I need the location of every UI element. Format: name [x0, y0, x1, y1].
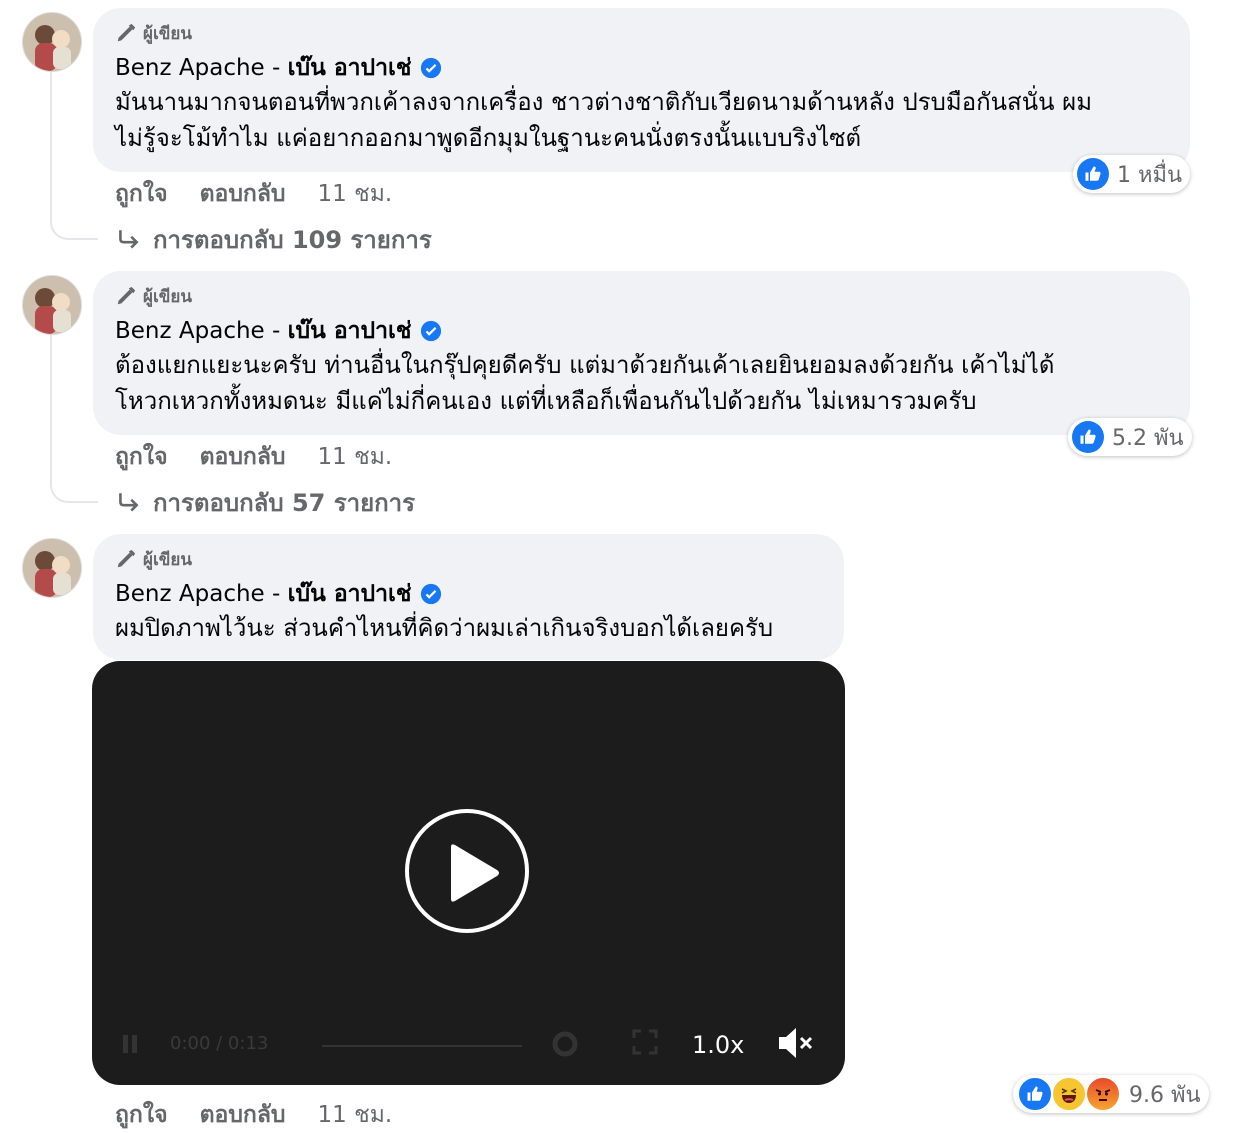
playback-speed-button[interactable]: 1.0x — [692, 1031, 744, 1059]
author-badge: ผู้เขียน — [115, 546, 822, 572]
view-replies-link[interactable]: การตอบกลับ 57 รายการ — [115, 483, 415, 522]
author-name-en[interactable]: Benz Apache - — [115, 55, 288, 81]
comment-text: ผมปิดภาพไว้นะ ส่วนคำไหนที่คิดว่าผมเล่าเก… — [115, 610, 822, 646]
reaction-summary[interactable]: 1 หมื่น — [1073, 155, 1191, 193]
reply-button[interactable]: ตอบกลับ — [200, 439, 286, 475]
comment-text: ต้องแยกแยะนะครับ ท่านอื่นในกรุ๊ปคุยดีครั… — [115, 347, 1168, 419]
play-icon — [451, 844, 499, 902]
view-replies-label[interactable]: การตอบกลับ 109 รายการ — [153, 220, 432, 259]
pause-icon[interactable] — [120, 1033, 140, 1055]
view-replies-link[interactable]: การตอบกลับ 109 รายการ — [115, 220, 432, 259]
comment-timestamp[interactable]: 11 ชม. — [318, 176, 393, 212]
like-button[interactable]: ถูกใจ — [115, 1097, 168, 1133]
reaction-summary[interactable]: 9.6 พัน — [1013, 1075, 1209, 1113]
avatar[interactable] — [22, 538, 82, 598]
reaction-count: 1 หมื่น — [1117, 162, 1183, 188]
like-reaction-icon — [1077, 158, 1109, 190]
reaction-count: 5.2 พัน — [1112, 425, 1184, 451]
author-name-th[interactable]: เบ๊น อาปาเช่ — [288, 55, 412, 81]
verified-badge-icon — [420, 583, 441, 605]
fullscreen-icon[interactable] — [632, 1029, 658, 1055]
video-time-display: 0:00 / 0:13 — [170, 1033, 269, 1054]
pencil-icon — [117, 549, 136, 568]
comment-bubble: ผู้เขียน Benz Apache - เบ๊น อาปาเช่ มันน… — [93, 8, 1190, 172]
author-name-en[interactable]: Benz Apache - — [115, 318, 288, 344]
comment-text-line: โหวกเหวกทั้งหมดนะ มีแค่ไม่กี่คนเอง แต่ที… — [115, 387, 977, 415]
comment-text-line: ต้องแยกแยะนะครับ ท่านอื่นในกรุ๊ปคุยดีครั… — [115, 351, 1055, 379]
thread-curve — [50, 218, 98, 240]
view-replies-label[interactable]: การตอบกลับ 57 รายการ — [153, 483, 415, 522]
comment-timestamp[interactable]: 11 ชม. — [318, 439, 393, 475]
author-badge-label: ผู้เขียน — [143, 286, 192, 307]
comment-text-line: มันนานมากจนตอนที่พวกเค้าลงจากเครื่อง ชาว… — [115, 88, 1093, 116]
verified-badge-icon — [420, 57, 441, 79]
comment-bubble: ผู้เขียน Benz Apache - เบ๊น อาปาเช่ ต้อง… — [93, 271, 1190, 435]
reaction-count: 9.6 พัน — [1129, 1082, 1201, 1108]
like-button[interactable]: ถูกใจ — [115, 176, 168, 212]
pencil-icon — [117, 23, 136, 42]
comment-actions: ถูกใจ ตอบกลับ 11 ชม. — [115, 176, 392, 212]
thread-line — [50, 72, 52, 222]
comment-actions: ถูกใจ ตอบกลับ 11 ชม. — [115, 1097, 392, 1133]
reply-button[interactable]: ตอบกลับ — [200, 1097, 286, 1133]
comment-bubble: ผู้เขียน Benz Apache - เบ๊น อาปาเช่ ผมปิ… — [93, 534, 844, 660]
like-reaction-icon — [1017, 1076, 1053, 1112]
verified-badge-icon — [420, 320, 441, 342]
author-badge: ผู้เขียน — [115, 283, 1168, 309]
pencil-icon — [117, 286, 136, 305]
reply-button[interactable]: ตอบกลับ — [200, 176, 286, 212]
thread-line — [50, 335, 52, 485]
author-name-th[interactable]: เบ๊น อาปาเช่ — [288, 318, 412, 344]
author-name[interactable]: Benz Apache - เบ๊น อาปาเช่ — [115, 576, 412, 612]
angry-reaction-icon — [1085, 1076, 1121, 1112]
comment-text-line: ไม่รู้จะโม้ทำไม แค่อยากออกมาพูดอีกมุมในฐ… — [115, 124, 862, 152]
thread-curve — [50, 481, 98, 503]
like-button[interactable]: ถูกใจ — [115, 439, 168, 475]
author-name-en[interactable]: Benz Apache - — [115, 581, 288, 607]
author-badge-label: ผู้เขียน — [143, 549, 192, 570]
comment-timestamp[interactable]: 11 ชม. — [318, 1097, 393, 1133]
play-button[interactable] — [405, 809, 529, 933]
video-player[interactable]: 0:00 / 0:13 1.0x — [92, 661, 845, 1085]
comment-actions: ถูกใจ ตอบกลับ 11 ชม. — [115, 439, 392, 475]
settings-icon[interactable] — [550, 1029, 580, 1059]
like-reaction-icon — [1072, 421, 1104, 453]
reply-arrow-icon — [119, 229, 139, 249]
comment-text: มันนานมากจนตอนที่พวกเค้าลงจากเครื่อง ชาว… — [115, 84, 1168, 156]
reaction-summary[interactable]: 5.2 พัน — [1068, 418, 1192, 456]
video-progress-bar[interactable] — [322, 1045, 522, 1047]
author-name[interactable]: Benz Apache - เบ๊น อาปาเช่ — [115, 313, 412, 349]
comment-text-line: ผมปิดภาพไว้นะ ส่วนคำไหนที่คิดว่าผมเล่าเก… — [115, 614, 774, 642]
author-name[interactable]: Benz Apache - เบ๊น อาปาเช่ — [115, 50, 412, 86]
mute-icon[interactable] — [776, 1025, 816, 1061]
avatar[interactable] — [22, 12, 82, 72]
avatar[interactable] — [22, 275, 82, 335]
author-badge: ผู้เขียน — [115, 20, 1168, 46]
author-name-th[interactable]: เบ๊น อาปาเช่ — [288, 581, 412, 607]
haha-reaction-icon — [1051, 1076, 1087, 1112]
reply-arrow-icon — [119, 492, 139, 512]
author-badge-label: ผู้เขียน — [143, 23, 192, 44]
